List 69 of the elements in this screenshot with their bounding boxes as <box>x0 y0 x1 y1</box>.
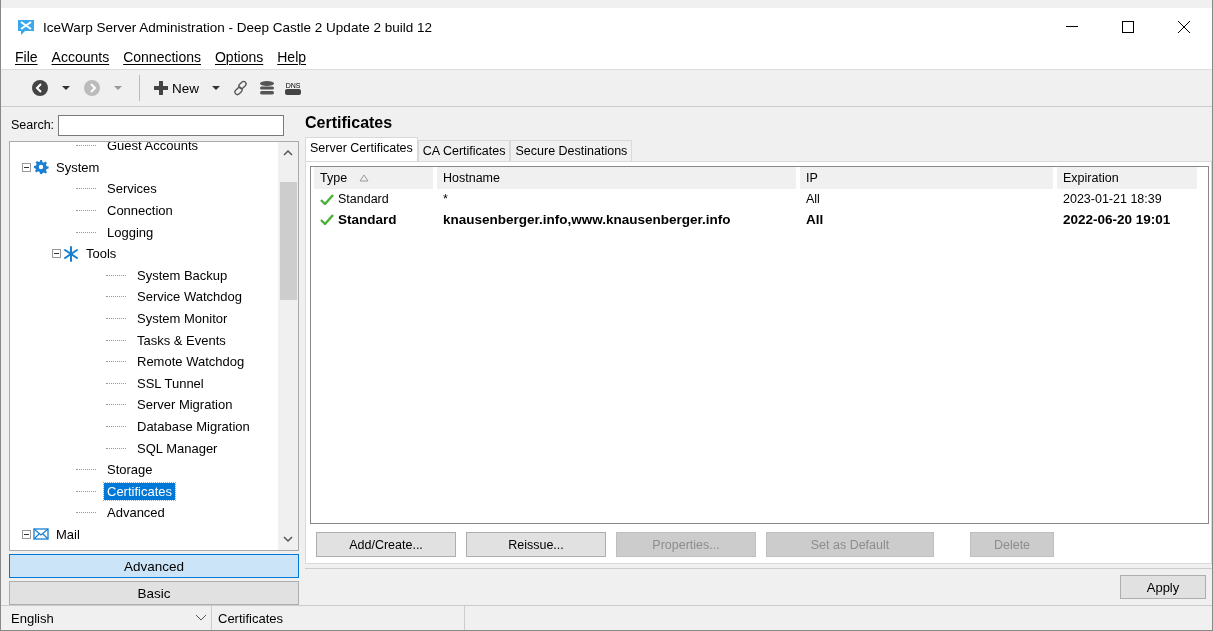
tab[interactable]: CA Certificates <box>417 140 511 161</box>
window-title: IceWarp Server Administration - Deep Castle 2 Update 2 build 12 <box>43 19 433 35</box>
menu-item[interactable]: Accounts <box>51 49 110 65</box>
database-icon[interactable] <box>259 80 275 96</box>
mode-button[interactable]: Advanced <box>9 554 299 578</box>
table-cell: Standard <box>314 192 433 206</box>
table-cell-text: 2022-06-20 19:01 <box>1062 211 1172 227</box>
menu-item[interactable]: File <box>15 49 38 65</box>
action-button[interactable]: Reissue... <box>466 532 606 557</box>
new-button[interactable]: New <box>154 80 199 96</box>
tab[interactable]: Server Certificates <box>305 137 418 161</box>
tree-item[interactable]: Connection <box>104 202 176 220</box>
column-header[interactable]: Hostname <box>437 167 796 189</box>
chevron-down-icon <box>195 614 207 622</box>
tree-item[interactable]: Tasks & Events <box>134 331 229 349</box>
table-cell-text: All <box>805 211 825 227</box>
apply-button[interactable]: Apply <box>1120 575 1206 599</box>
tree-item[interactable]: Server Migration <box>134 396 236 414</box>
tree-item[interactable]: Mail <box>53 526 83 543</box>
close-icon[interactable] <box>1178 21 1190 33</box>
plus-icon <box>154 81 168 95</box>
tree-item[interactable]: Database Migration <box>134 418 253 435</box>
column-header[interactable]: Type <box>314 167 433 189</box>
tree-item[interactable]: Remote Watchdog <box>134 353 248 371</box>
collapse-toggle[interactable] <box>22 162 31 172</box>
link-icon[interactable] <box>233 80 249 96</box>
tree-item[interactable]: Storage <box>104 461 156 479</box>
search-label: Search: <box>11 118 55 132</box>
app-logo-icon <box>17 18 35 36</box>
page-title: Certificates <box>305 113 394 133</box>
tree-item[interactable]: System <box>53 158 103 176</box>
collapse-toggle[interactable] <box>22 530 31 539</box>
table-cell-text: 2023-01-21 18:39 <box>1062 192 1163 206</box>
sort-icon <box>359 174 370 182</box>
tree-item[interactable]: SSL Tunnel <box>134 374 207 392</box>
scroll-up-icon[interactable] <box>282 148 294 158</box>
scroll-down-icon[interactable] <box>282 534 294 544</box>
tree-item[interactable]: SQL Manager <box>134 439 221 457</box>
table-cell-text: All <box>805 192 821 206</box>
tree-item[interactable]: Guest Accounts <box>104 142 202 155</box>
tree-item[interactable]: System Backup <box>134 266 231 284</box>
menu-item[interactable]: Help <box>277 49 307 65</box>
column-header[interactable]: Expiration <box>1057 167 1197 189</box>
language-dropdown[interactable]: English <box>1 606 212 630</box>
action-button[interactable]: Add/Create... <box>316 532 456 557</box>
asterisk-icon <box>63 245 79 262</box>
column-header[interactable]: IP <box>800 167 1053 189</box>
maximize-icon[interactable] <box>1122 21 1134 33</box>
search-field[interactable] <box>58 114 285 136</box>
gear-icon <box>33 159 49 176</box>
table-cell-text: * <box>442 192 449 206</box>
tree-item[interactable]: Tools <box>83 245 120 263</box>
table-cell: Standard <box>314 211 433 227</box>
tree-item[interactable]: Certificates <box>104 482 176 500</box>
table-cell-text: knausenberger.info,www.knausenberger.info <box>442 211 732 227</box>
tree-item[interactable]: Service Watchdog <box>134 288 245 306</box>
tree-item[interactable]: Services <box>104 180 160 198</box>
envelope-icon <box>33 526 49 543</box>
menu-item[interactable]: Connections <box>123 49 201 65</box>
tab[interactable]: Secure Destinations <box>510 140 633 161</box>
tree-item[interactable]: System Monitor <box>134 310 231 328</box>
mode-button[interactable]: Basic <box>9 581 299 605</box>
menu-item[interactable]: Options <box>215 49 264 65</box>
collapse-toggle[interactable] <box>52 249 61 259</box>
minimize-icon[interactable] <box>1066 26 1078 28</box>
back-icon[interactable] <box>31 79 49 97</box>
tree-item[interactable]: Advanced <box>104 504 168 522</box>
scrollbar-thumb[interactable] <box>279 182 297 300</box>
tree-item[interactable]: Logging <box>104 223 157 241</box>
